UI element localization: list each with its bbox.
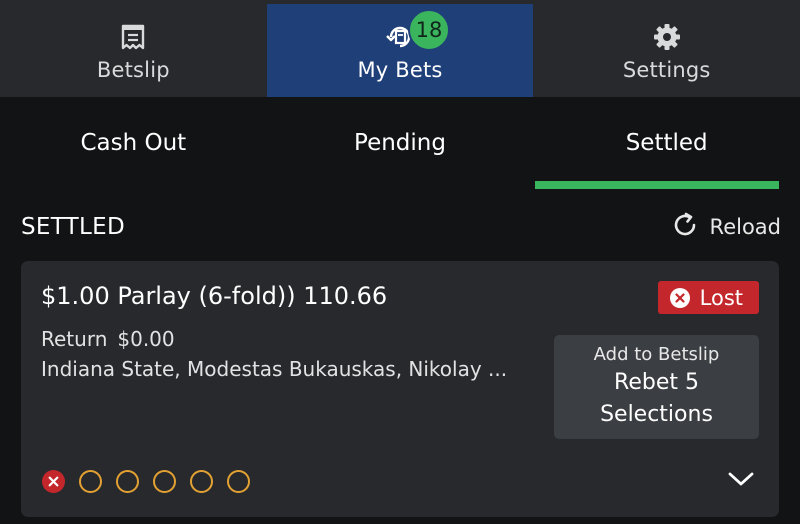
leg-pending-icon [79, 470, 102, 493]
nav-settings[interactable]: Settings [533, 0, 800, 97]
bet-card[interactable]: $1.00 Parlay (6-fold)) 110.66 Lost Retur… [21, 261, 779, 517]
status-badge: Lost [657, 281, 759, 314]
section-header: SETTLED Reload [21, 210, 781, 244]
nav-betslip-label: Betslip [96, 58, 170, 82]
nav-settings-label: Settings [622, 58, 711, 82]
leg-status-indicators [42, 470, 250, 493]
tab-pending[interactable]: Pending [267, 97, 534, 189]
nav-betslip[interactable]: Betslip [0, 0, 267, 97]
reload-icon [670, 210, 700, 245]
tab-settled[interactable]: Settled [533, 97, 800, 189]
reload-button[interactable]: Reload [670, 210, 781, 245]
tab-cash-out[interactable]: Cash Out [0, 97, 267, 189]
return-label: Return [41, 327, 108, 351]
rebet-button[interactable]: Add to Betslip Rebet 5 Selections [554, 335, 759, 439]
rebet-label: Rebet 5 Selections [600, 369, 713, 427]
section-title: SETTLED [21, 214, 125, 240]
status-label: Lost [699, 285, 743, 310]
rebet-subtitle: Add to Betslip [593, 343, 720, 365]
nav-my-bets-label: My Bets [357, 58, 443, 82]
chevron-down-icon[interactable] [725, 467, 757, 491]
nav-my-bets[interactable]: My Bets [266, 4, 534, 97]
lost-icon [669, 287, 690, 308]
bet-title: $1.00 Parlay (6-fold)) 110.66 [41, 282, 388, 310]
selections-summary: Indiana State, Modestas Bukauskas, Nikol… [41, 357, 508, 381]
leg-pending-icon [227, 470, 250, 493]
top-navigation: Betslip My Bets Settings 18 [0, 0, 800, 97]
leg-lost-icon [42, 470, 65, 493]
return-value: $0.00 [117, 327, 175, 351]
leg-pending-icon [116, 470, 139, 493]
leg-pending-icon [190, 470, 213, 493]
bet-filter-tabs: Cash Out Pending Settled [0, 97, 800, 189]
gear-icon [650, 20, 684, 54]
receipt-icon [116, 20, 150, 54]
leg-pending-icon [153, 470, 176, 493]
return-row: Return $0.00 [41, 327, 175, 351]
reload-label: Reload [709, 215, 781, 239]
bets-count-badge: 18 [408, 9, 450, 51]
